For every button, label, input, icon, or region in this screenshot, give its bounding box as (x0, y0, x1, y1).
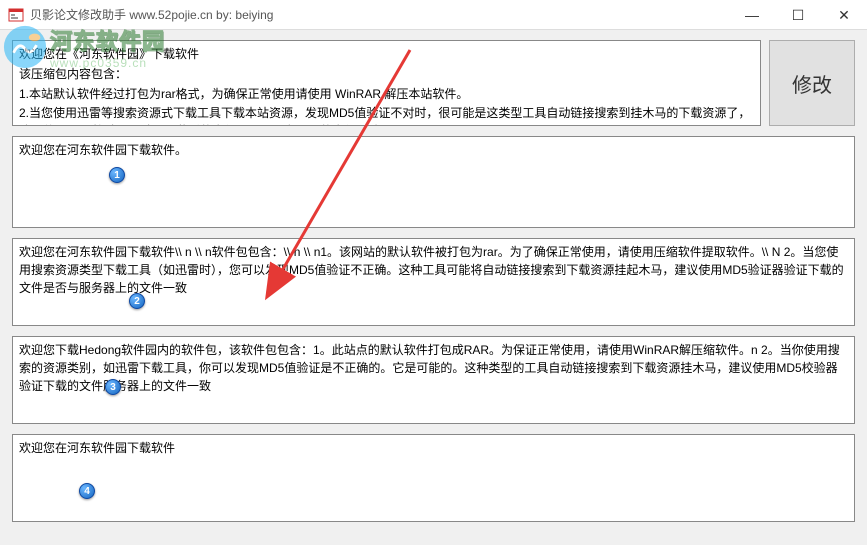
panel4-text: 欢迎您在河东软件园下载软件 (19, 441, 175, 455)
badge-4: 4 (79, 483, 95, 499)
panel1-text: 欢迎您在河东软件园下载软件。 (19, 143, 187, 157)
output-panel-1[interactable]: 欢迎您在河东软件园下载软件。 1 (12, 136, 855, 228)
maximize-button[interactable]: ☐ (775, 0, 821, 30)
close-button[interactable]: ✕ (821, 0, 867, 30)
client-area: 欢迎您在《河东软件园》下载软件 该压缩包内容包含： 1.本站默认软件经过打包为r… (0, 30, 867, 545)
line1-text: 1.本站默认软件经过打包为rar格式，为确保正常使用请使用 WinRAR 解压本… (19, 85, 754, 103)
modify-button-label: 修改 (792, 69, 832, 98)
modify-button[interactable]: 修改 (769, 40, 855, 126)
output-panel-4[interactable]: 欢迎您在河东软件园下载软件 4 (12, 434, 855, 522)
panel3-text: 欢迎您下载Hedong软件园内的软件包，该软件包包含：1。此站点的默认软件打包成… (19, 343, 840, 393)
line2-text: 2.当您使用迅雷等搜索资源式下载工具下载本站资源，发现MD5值验证不对时，很可能… (19, 104, 754, 126)
title-bar: 贝影论文修改助手 www.52pojie.cn by: beiying — ☐ … (0, 0, 867, 30)
badge-1: 1 (109, 167, 125, 183)
sub-text: 该压缩包内容包含： (19, 65, 754, 83)
output-panel-2[interactable]: 欢迎您在河东软件园下载软件\\ n \\ n软件包包含：\\ n \\ n1。该… (12, 238, 855, 326)
input-panel[interactable]: 欢迎您在《河东软件园》下载软件 该压缩包内容包含： 1.本站默认软件经过打包为r… (12, 40, 761, 126)
window-controls: — ☐ ✕ (729, 0, 867, 30)
window-title: 贝影论文修改助手 www.52pojie.cn by: beiying (30, 6, 273, 23)
greeting-text: 欢迎您在《河东软件园》下载软件 (19, 45, 754, 63)
output-panel-3[interactable]: 欢迎您下载Hedong软件园内的软件包，该软件包包含：1。此站点的默认软件打包成… (12, 336, 855, 424)
app-icon (8, 7, 24, 23)
minimize-button[interactable]: — (729, 0, 775, 30)
panel2-text: 欢迎您在河东软件园下载软件\\ n \\ n软件包包含：\\ n \\ n1。该… (19, 245, 844, 295)
badge-2: 2 (129, 293, 145, 309)
badge-3: 3 (105, 379, 121, 395)
top-row: 欢迎您在《河东软件园》下载软件 该压缩包内容包含： 1.本站默认软件经过打包为r… (12, 40, 855, 126)
